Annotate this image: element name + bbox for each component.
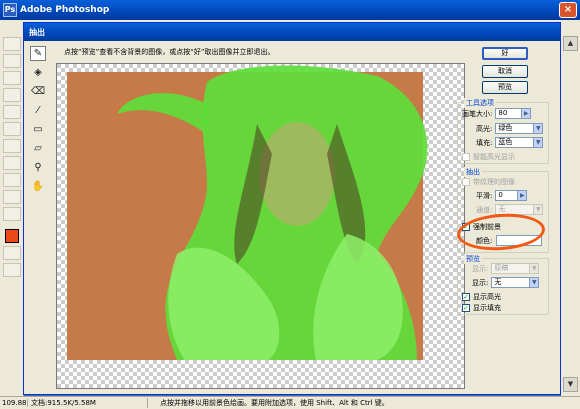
- chevron-right-icon[interactable]: ▶: [517, 191, 527, 200]
- tool-options-group: 工具选项 画笔大小: 80 ▶ 高光: 绿色 ▼ 填充: 蓝色 ▼ 智能高光显示: [457, 98, 549, 164]
- ok-button[interactable]: 好: [482, 47, 528, 60]
- preview-image[interactable]: [57, 64, 464, 388]
- toolbox-hand-tool[interactable]: [3, 190, 21, 204]
- brush-size-label: 画笔大小:: [462, 109, 493, 118]
- toolbox-lasso-tool[interactable]: [3, 54, 21, 68]
- cleanup-tool-icon[interactable]: ▭: [30, 122, 46, 137]
- textured-label: 带纹理的图像: [473, 178, 515, 186]
- fill-value: 蓝色: [498, 138, 513, 146]
- tool-options-title: 工具选项: [464, 98, 496, 108]
- fill-select[interactable]: 蓝色 ▼: [495, 137, 544, 148]
- fill-row: 填充: 蓝色 ▼: [476, 137, 544, 148]
- smooth-value: 0: [498, 191, 503, 199]
- toolbox-crop-tool[interactable]: [3, 71, 21, 85]
- scroll-down-icon[interactable]: ▼: [563, 377, 578, 392]
- show-highlight-row: ✓ 显示高光: [462, 292, 501, 302]
- extract-dialog: 抽出 ✎ ◈ ⌫ ⁄ ▭ ▱ ⚲ ✋ 点按“预览”查看不含背景的图像，或点按“好…: [23, 22, 561, 395]
- hand-icon[interactable]: ✋: [30, 179, 46, 194]
- app-titlebar: Ps Adobe Photoshop ×: [0, 0, 580, 20]
- show-value: 原稿: [494, 264, 509, 272]
- brush-size-row: 画笔大小: 80 ▶: [462, 108, 532, 119]
- toolbox-brush-tool[interactable]: [3, 88, 21, 102]
- app-toolbox: [0, 34, 24, 396]
- zoom-icon[interactable]: ⚲: [30, 160, 46, 175]
- foreground-color-swatch[interactable]: [5, 229, 19, 243]
- cancel-button[interactable]: 取消: [482, 65, 528, 78]
- app-close-button[interactable]: ×: [559, 2, 577, 18]
- document-size: 文档:915.5K/5.58M: [28, 398, 148, 408]
- smart-highlight-row: 智能高光显示: [462, 152, 515, 162]
- display-row: 显示: 无 ▼: [472, 277, 540, 288]
- smooth-row: 平滑: 0 ▶: [476, 190, 528, 201]
- brush-size-value: 80: [498, 109, 508, 117]
- toolbox-zoom-tool[interactable]: [3, 207, 21, 221]
- show-label: 显示:: [472, 264, 489, 273]
- toolbox-type-tool[interactable]: [3, 173, 21, 187]
- scroll-up-icon[interactable]: ▲: [563, 36, 578, 51]
- smooth-input[interactable]: 0 ▶: [495, 190, 528, 201]
- toolbox-screen-mode[interactable]: [3, 263, 21, 277]
- display-value: 无: [494, 278, 502, 286]
- toolbox-stamp-tool[interactable]: [3, 105, 21, 119]
- dialog-hint: 点按“预览”查看不含背景的图像，或点按“好”取出图像并立即退出。: [64, 48, 275, 56]
- display-select[interactable]: 无 ▼: [491, 277, 540, 288]
- chevron-down-icon[interactable]: ▼: [533, 205, 543, 214]
- fill-label: 填充:: [476, 138, 493, 147]
- toolbox-blur-tool[interactable]: [3, 139, 21, 153]
- highlight-value: 绿色: [498, 124, 513, 132]
- edge-touchup-icon[interactable]: ▱: [30, 141, 46, 156]
- show-fill-row: ✓ 显示填充: [462, 303, 501, 313]
- photoshop-logo-icon: Ps: [3, 3, 17, 17]
- toolbox-eraser-tool[interactable]: [3, 122, 21, 136]
- highlight-select[interactable]: 绿色 ▼: [495, 123, 544, 134]
- channel-value: 无: [498, 205, 506, 213]
- brush-size-input[interactable]: 80 ▶: [495, 108, 532, 119]
- highlight-label: 高光:: [476, 124, 493, 133]
- eraser-icon[interactable]: ⌫: [30, 84, 46, 99]
- smart-highlight-checkbox[interactable]: [462, 153, 470, 161]
- preview-button[interactable]: 预览: [482, 81, 528, 94]
- display-label: 显示:: [472, 278, 489, 287]
- preview-options-group: 预览 显示: 原稿 ▼ 显示: 无 ▼ ✓ 显示高光 ✓ 显示填充: [457, 254, 549, 315]
- chevron-down-icon[interactable]: ▼: [533, 124, 543, 133]
- toolbox-marquee-tool[interactable]: [3, 37, 21, 51]
- highlight-row: 高光: 绿色 ▼: [476, 123, 544, 134]
- chevron-down-icon[interactable]: ▼: [529, 278, 539, 287]
- app-scrollbar[interactable]: ▲ ▼: [561, 34, 580, 396]
- preview-canvas[interactable]: [56, 63, 465, 389]
- toolbox-pen-tool[interactable]: [3, 156, 21, 170]
- dialog-title: 抽出: [24, 23, 560, 41]
- show-fill-label: 显示填充: [473, 304, 501, 312]
- textured-checkbox[interactable]: [462, 178, 470, 186]
- edge-highlighter-icon[interactable]: ✎: [30, 46, 46, 61]
- show-row: 显示: 原稿 ▼: [472, 263, 540, 274]
- status-bar: 109.88 文档:915.5K/5.58M 点按并拖移以用前景色绘画。要用附加…: [0, 396, 580, 409]
- show-highlight-checkbox[interactable]: ✓: [462, 293, 470, 301]
- fill-bucket-icon[interactable]: ◈: [30, 65, 46, 80]
- eyedropper-icon[interactable]: ⁄: [30, 103, 46, 118]
- toolbox-mask-mode[interactable]: [3, 246, 21, 260]
- smart-highlight-label: 智能高光显示: [473, 153, 515, 161]
- extraction-title: 抽出: [464, 167, 482, 177]
- zoom-level[interactable]: 109.88: [0, 399, 28, 407]
- channel-label: 通道:: [476, 205, 493, 214]
- smooth-label: 平滑:: [476, 191, 493, 200]
- app-title: Adobe Photoshop: [20, 5, 110, 15]
- show-select[interactable]: 原稿 ▼: [491, 263, 540, 274]
- chevron-down-icon[interactable]: ▼: [533, 138, 543, 147]
- chevron-down-icon[interactable]: ▼: [529, 264, 539, 273]
- show-fill-checkbox[interactable]: ✓: [462, 304, 470, 312]
- textured-row: 带纹理的图像: [462, 177, 515, 187]
- chevron-right-icon[interactable]: ▶: [521, 109, 531, 118]
- extract-toolbar: ✎ ◈ ⌫ ⁄ ▭ ▱ ⚲ ✋: [28, 45, 50, 198]
- status-hint: 点按并拖移以用前景色绘画。要用附加选项，使用 Shift、Alt 和 Ctrl …: [160, 399, 389, 407]
- show-highlight-label: 显示高光: [473, 293, 501, 301]
